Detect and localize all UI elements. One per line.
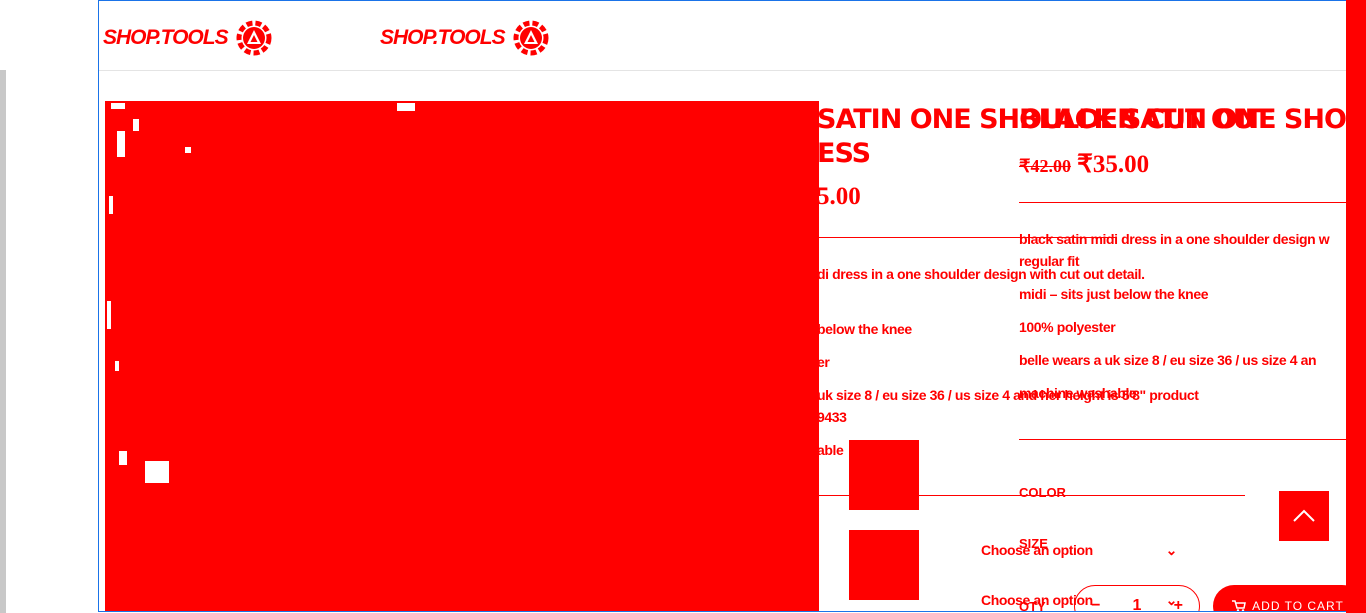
add-to-cart-button[interactable]: ADD TO CART: [1213, 585, 1349, 612]
logo-text: SHOP.TOOLS: [380, 26, 506, 49]
desc-line-5: belle wears a uk size 8 / eu size 36 / u…: [1019, 352, 1317, 368]
page-frame: SHOP.TOOLS SHOP.TOOLS SATIN ONE SHOULDER…: [98, 0, 1350, 612]
desc-line-1: black satin midi dress in a one shoulder…: [1019, 231, 1330, 247]
desc-line-2: regular fit: [1019, 253, 1080, 269]
product-title-ghost-line2: ESS: [817, 138, 871, 169]
price-block: ₹42.00 ₹35.00: [1019, 149, 1149, 179]
desc-ghost-4: uk size 8 / eu size 36 / us size 4 and h…: [817, 387, 1199, 403]
old-price: ₹42.00: [1019, 156, 1071, 176]
chevron-down-icon: ⌄: [1165, 541, 1178, 558]
color-select-value: Choose an option: [981, 542, 1093, 558]
logo-text: SHOP.TOOLS: [103, 26, 229, 49]
right-edge-bar: [1346, 0, 1366, 613]
cart-icon: [1232, 600, 1247, 611]
color-select[interactable]: Choose an option ⌄: [981, 539, 1177, 561]
sale-price: ₹35.00: [1076, 151, 1150, 178]
color-label: COLOR: [1019, 485, 1066, 500]
desc-ghost-1: di dress in a one shoulder design with c…: [817, 266, 1145, 282]
gear-triangle-icon: [513, 20, 549, 56]
color-swatch-2[interactable]: [849, 530, 919, 600]
site-logo[interactable]: SHOP.TOOLS: [103, 15, 276, 61]
desc-ghost-6: able: [817, 442, 844, 458]
product-image[interactable]: [105, 101, 819, 611]
left-gutter: [0, 70, 6, 613]
qty-value[interactable]: 1: [1133, 597, 1142, 611]
divider: [1019, 439, 1349, 440]
gear-triangle-icon: [236, 20, 272, 56]
product-title: BLACK SATIN ONE SHOULDER: [1019, 104, 1349, 135]
desc-line-3: midi – sits just below the knee: [1019, 286, 1209, 302]
desc-ghost-5: 9433: [817, 409, 847, 425]
qty-minus-button[interactable]: −: [1091, 597, 1100, 611]
divider: [1019, 202, 1349, 203]
scroll-to-top-button[interactable]: [1279, 491, 1329, 541]
qty-label: QTY: [1019, 599, 1046, 612]
desc-ghost-2: below the knee: [817, 321, 912, 337]
price-ghost: 5.00: [817, 183, 861, 210]
qty-plus-button[interactable]: +: [1174, 597, 1183, 611]
site-logo-duplicate[interactable]: SHOP.TOOLS: [380, 15, 553, 61]
chevron-up-icon: [1293, 509, 1315, 522]
add-to-cart-label: ADD TO CART: [1252, 599, 1344, 612]
desc-line-6: machine washable: [1019, 385, 1137, 401]
color-swatch-1[interactable]: [849, 440, 919, 510]
quantity-stepper[interactable]: − 1 +: [1074, 585, 1200, 611]
desc-line-4: 100% polyester: [1019, 319, 1116, 335]
site-header: SHOP.TOOLS SHOP.TOOLS: [99, 1, 1349, 71]
